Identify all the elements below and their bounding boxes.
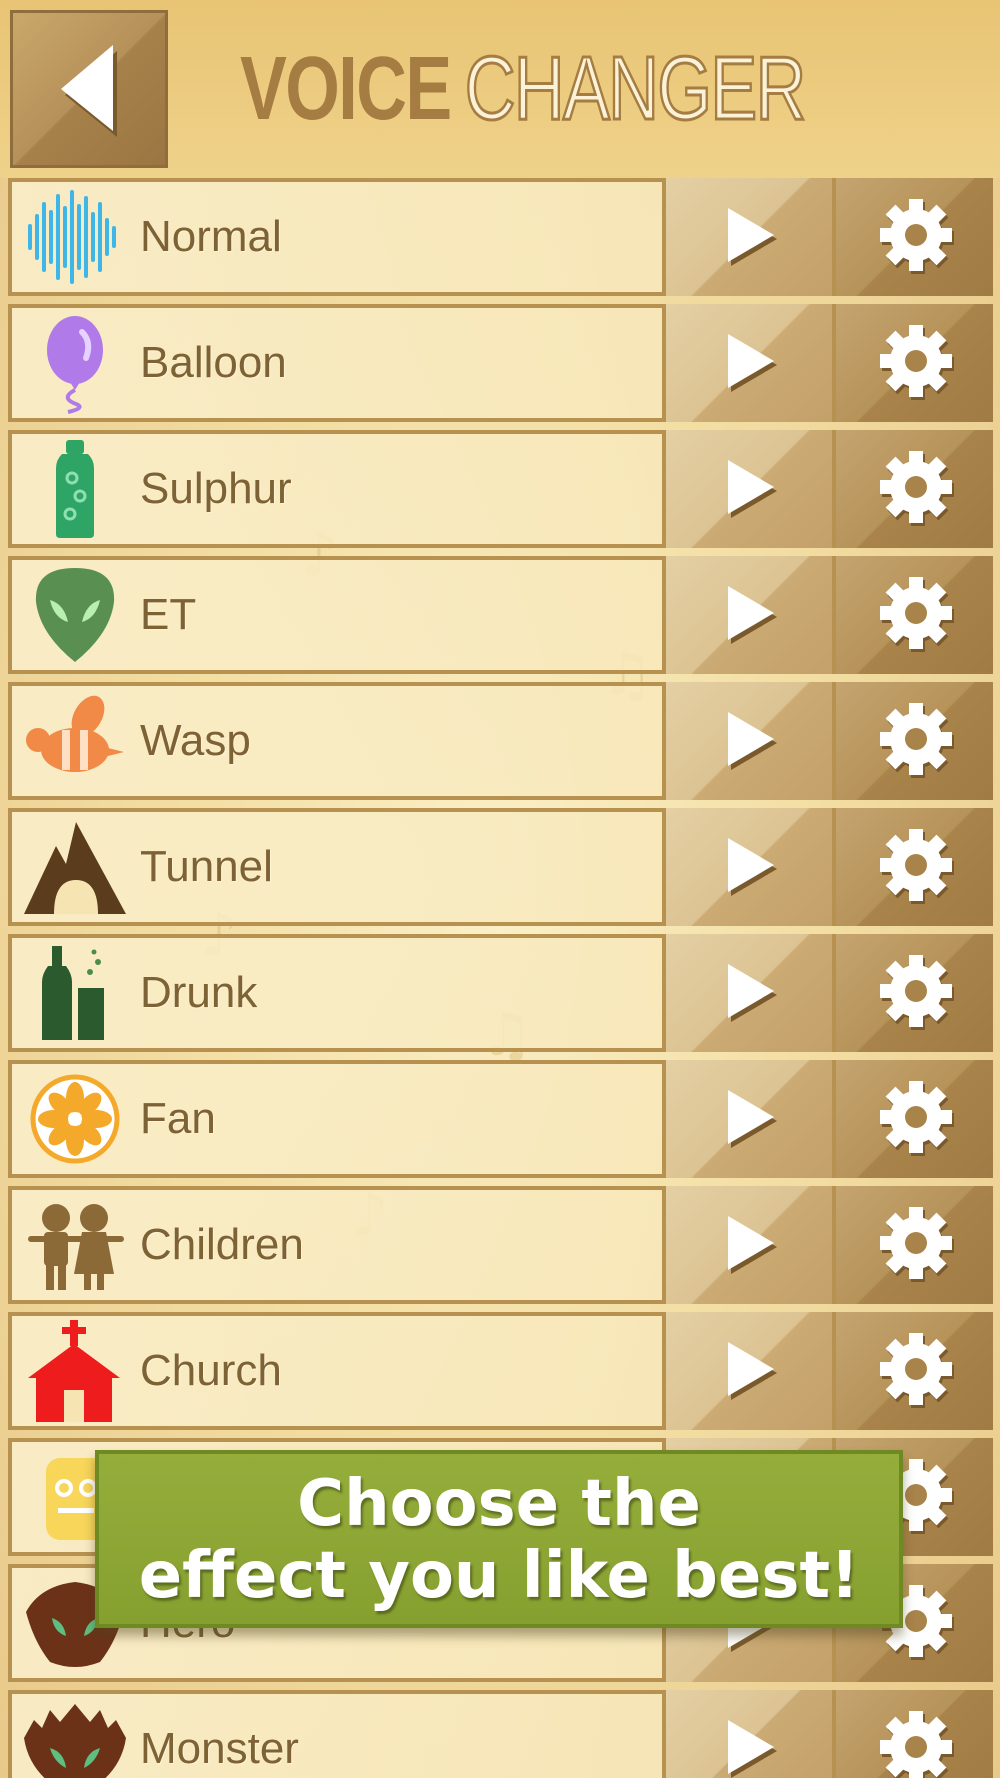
balloon-icon [47,316,103,414]
effect-row-children[interactable]: Children [8,1186,993,1304]
play-icon [728,1720,777,1778]
monster-icon [24,1704,126,1778]
gear-icon [880,1081,954,1156]
effect-row-wasp[interactable]: Wasp [8,682,993,800]
play-icon [728,334,777,392]
gear-icon [880,829,954,904]
settings-button[interactable] [832,178,993,296]
gear-icon [880,1207,954,1282]
title-voice: VOICE [240,39,452,139]
play-icon [728,586,777,644]
effect-label: Children [140,1220,304,1269]
settings-button[interactable] [832,430,993,548]
settings-button[interactable] [832,1060,993,1178]
fan-icon [30,1074,120,1164]
tutorial-toast[interactable]: Choose the effect you like best! [95,1450,903,1628]
settings-button[interactable] [832,1690,993,1778]
effect-label: Balloon [140,338,287,387]
gear-icon [880,577,954,652]
toast-line-2: effect you like best! [138,1539,860,1613]
bottle-icon [56,440,94,538]
gear-icon [880,325,954,400]
effect-label: Normal [140,212,282,261]
waveform-icon [28,190,116,284]
effect-label: Wasp [140,716,251,765]
settings-button[interactable] [832,556,993,674]
play-button[interactable] [662,178,832,296]
gear-icon [880,703,954,778]
gear-icon [880,1711,954,1778]
effect-row-normal[interactable]: Normal [8,178,993,296]
effect-row-et[interactable]: ET [8,556,993,674]
gear-icon [880,199,954,274]
play-icon [728,838,777,896]
church-icon [28,1320,120,1422]
play-button[interactable] [662,682,832,800]
effect-row-sulphur[interactable]: Sulphur [8,430,993,548]
play-button[interactable] [662,430,832,548]
settings-button[interactable] [832,1186,993,1304]
play-icon [728,964,777,1022]
effect-row-tunnel[interactable]: Tunnel [8,808,993,926]
effect-label: Fan [140,1094,216,1143]
effect-row-drunk[interactable]: Drunk [8,934,993,1052]
play-icon [728,712,777,770]
effect-row-monster[interactable]: Monster [8,1690,993,1778]
play-icon [728,1090,777,1148]
tunnel-icon [24,822,126,914]
play-button[interactable] [662,808,832,926]
play-icon [728,460,777,518]
effect-row-fan[interactable]: Fan [8,1060,993,1178]
effect-row-balloon[interactable]: Balloon [8,304,993,422]
play-button[interactable] [662,1312,832,1430]
app-title: VOICE CHANGER [240,38,808,148]
effect-label: Drunk [140,968,258,1017]
effect-label: ET [140,590,197,639]
play-button[interactable] [662,1060,832,1178]
bottle-glass-icon [42,946,104,1040]
play-button[interactable] [662,1186,832,1304]
effect-label: Monster [140,1724,299,1773]
settings-button[interactable] [832,1312,993,1430]
play-button[interactable] [662,934,832,1052]
effect-label: Sulphur [140,464,292,513]
settings-button[interactable] [832,808,993,926]
alien-icon [35,568,115,662]
title-changer: CHANGER [464,38,808,141]
effect-row-church[interactable]: Church [8,1312,993,1430]
effect-label: Tunnel [140,842,273,891]
settings-button[interactable] [832,304,993,422]
settings-button[interactable] [832,934,993,1052]
back-arrow-icon [61,45,117,137]
play-icon [728,208,777,266]
children-icon [28,1204,124,1290]
gear-icon [880,451,954,526]
play-button[interactable] [662,1690,832,1778]
toast-line-1: Choose the [297,1467,701,1541]
back-button[interactable] [10,10,168,168]
settings-button[interactable] [832,682,993,800]
gear-icon [880,1333,954,1408]
play-icon [728,1216,777,1274]
gear-icon [880,955,954,1030]
play-icon [728,1342,777,1400]
play-button[interactable] [662,556,832,674]
effect-label: Church [140,1346,282,1395]
play-button[interactable] [662,304,832,422]
wasp-icon [26,695,124,772]
header: VOICE CHANGER [0,0,1000,178]
